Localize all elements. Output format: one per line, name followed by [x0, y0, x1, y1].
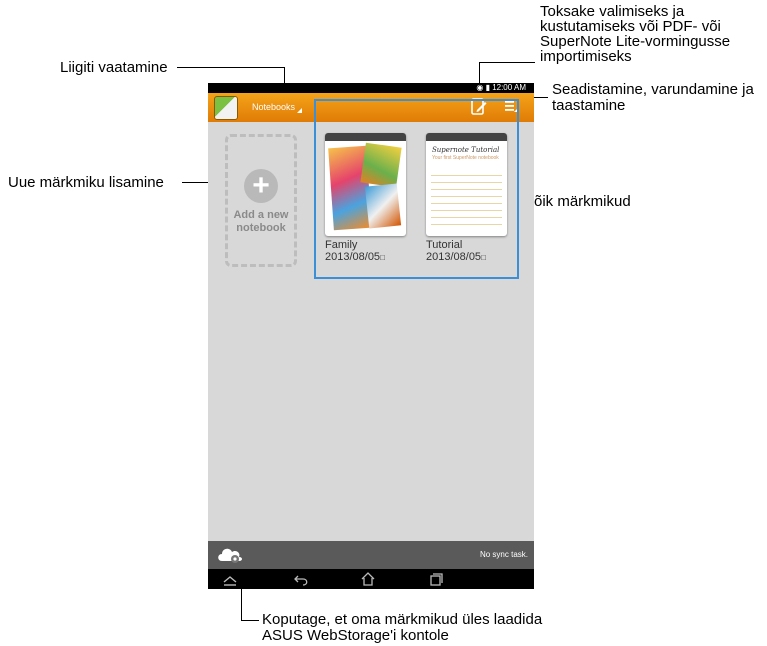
callout-line: importimiseks: [540, 48, 632, 65]
callout-line: kustutamiseks või PDF- või: [540, 18, 721, 35]
notebook-date: 2013/08/05□: [426, 251, 507, 264]
notebooks-dropdown-label: Notebooks: [252, 102, 296, 112]
notebooks-dropdown[interactable]: Notebooks: [252, 102, 303, 113]
nav-home-up-icon[interactable]: [222, 571, 238, 587]
notebook-tutorial[interactable]: Supernote Tutorial Your first SuperNote …: [426, 133, 507, 264]
callout-settings: Seadistamine, varundamine ja taastamine: [552, 82, 754, 114]
notebook-cover: [325, 133, 406, 236]
add-notebook-line: Add a new: [233, 209, 289, 221]
cover-title: Supernote Tutorial: [432, 146, 500, 154]
status-bar: ◉ ▮ 12:00 AM: [208, 83, 534, 93]
navigation-bar: [208, 569, 534, 589]
add-notebook-line: notebook: [236, 222, 286, 234]
callout-all-notebooks: Kõik märkmikud: [524, 193, 631, 210]
notebook-date: 2013/08/05□: [325, 251, 406, 264]
status-time: 12:00 AM: [492, 83, 526, 92]
notebook-title: Family: [325, 239, 358, 251]
plus-icon: +: [244, 169, 278, 203]
callout-line: SuperNote Lite-vormingusse: [540, 33, 731, 50]
notebook-date-value: 2013/08/05: [325, 251, 381, 263]
bottom-bar: No sync task.: [208, 541, 534, 569]
callout-line: taastamine: [552, 97, 626, 114]
callout-line: Toksake valimiseks ja: [540, 3, 685, 20]
photo-collage: [364, 183, 402, 229]
lock-icon: □: [481, 253, 486, 262]
notebook-title: Tutorial: [426, 239, 463, 251]
device-screen: ◉ ▮ 12:00 AM Notebooks + Add a new noteb…: [208, 83, 534, 589]
callout-view-by-type: Liigiti vaatamine: [60, 59, 168, 76]
nav-recent-icon[interactable]: [428, 571, 444, 587]
wifi-battery-icon: ◉ ▮: [476, 83, 490, 92]
cloud-sync-icon[interactable]: [216, 545, 244, 565]
callout-tap-select: Toksake valimiseks ja kustutamiseks või …: [540, 4, 730, 64]
sync-status: No sync task.: [479, 550, 528, 559]
callout-upload: Koputage, et oma märkmikud üles laadida …: [262, 612, 542, 644]
dropdown-triangle-icon: [297, 108, 303, 113]
notebook-binding: [426, 133, 507, 141]
add-notebook-card[interactable]: + Add a new notebook: [225, 134, 297, 267]
photo-collage: [360, 142, 402, 188]
callout-add-notebook: Uue märkmiku lisamine: [8, 174, 164, 191]
callout-line: Seadistamine, varundamine ja: [552, 81, 754, 98]
leader-line: [479, 62, 535, 63]
notebook-binding: [325, 133, 406, 141]
cover-subtitle: Your first SuperNote notebook: [432, 155, 499, 161]
add-notebook-label: Add a new notebook: [228, 209, 294, 235]
callout-line: ASUS WebStorage'i kontole: [262, 627, 449, 644]
app-icon[interactable]: [214, 96, 238, 120]
callout-line: Koputage, et oma märkmikud üles laadida: [262, 611, 543, 628]
leader-line: [241, 620, 259, 621]
nav-home-icon[interactable]: [360, 571, 376, 587]
ruled-lines: [431, 169, 502, 230]
nav-back-icon[interactable]: [293, 571, 309, 587]
leader-line: [177, 67, 284, 68]
notebook-family[interactable]: Family 2013/08/05□: [325, 133, 406, 264]
notebook-date-value: 2013/08/05: [426, 251, 482, 263]
notebook-cover: Supernote Tutorial Your first SuperNote …: [426, 133, 507, 236]
lock-icon: □: [380, 253, 385, 262]
